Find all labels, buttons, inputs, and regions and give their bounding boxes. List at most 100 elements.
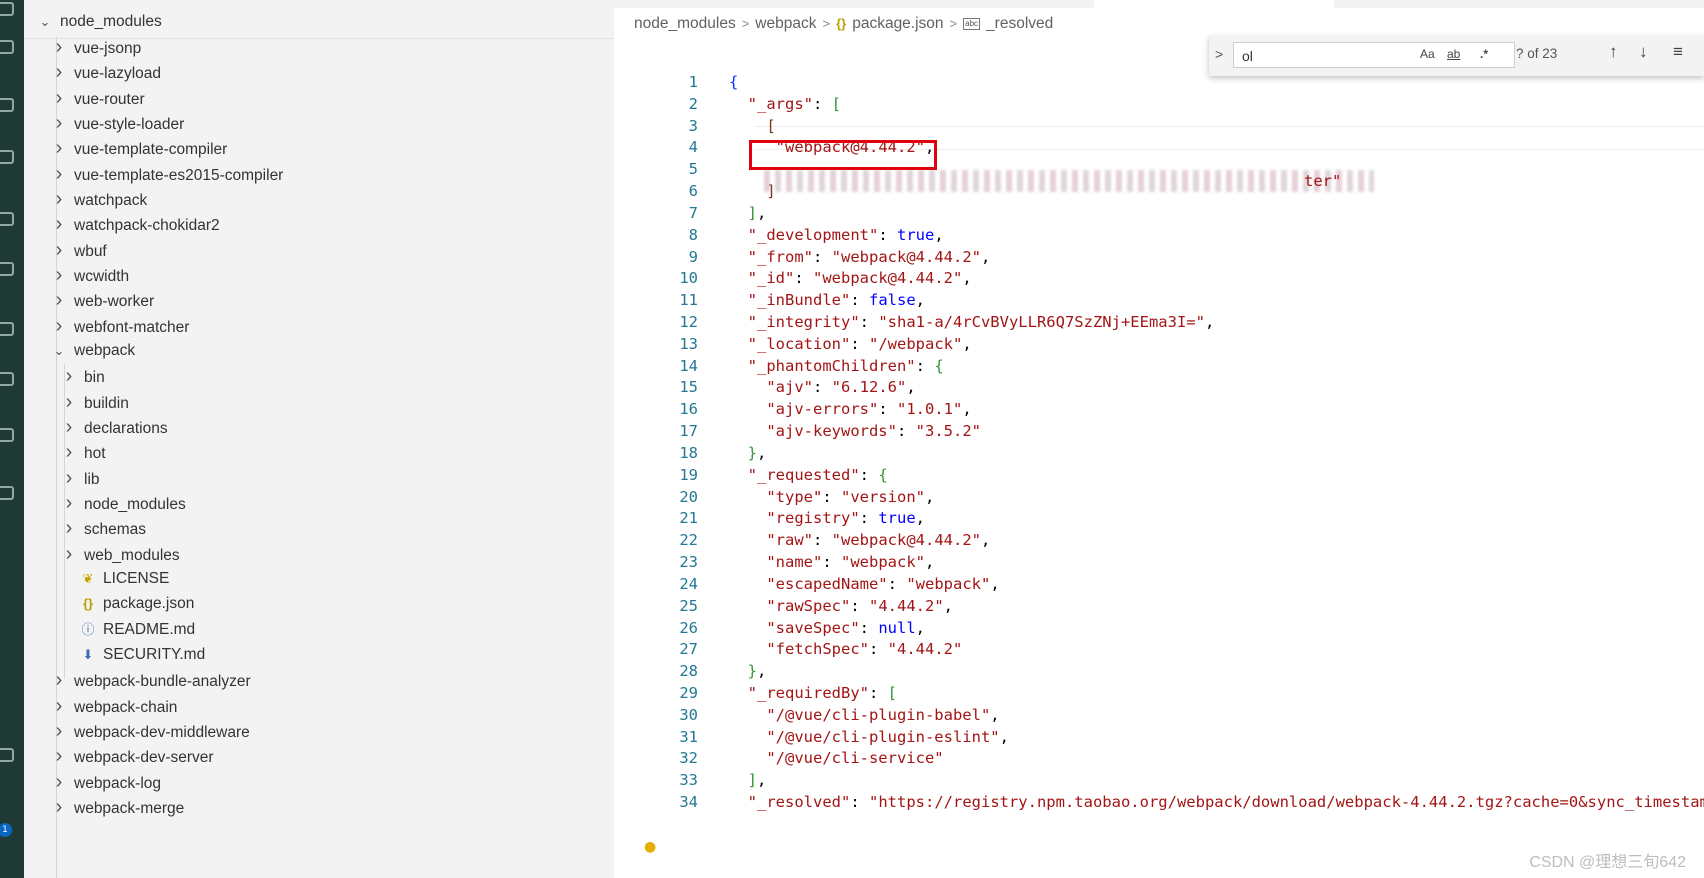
tree-root-label: node_modules: [60, 13, 162, 30]
tree-item[interactable]: › webpack-log: [52, 769, 161, 795]
tree-item[interactable]: › schemas: [62, 515, 146, 541]
tree-item[interactable]: › watchpack: [52, 186, 148, 212]
line-number: 34: [679, 793, 698, 812]
tree-item-label: webpack-log: [74, 774, 162, 792]
tree-item[interactable]: › declarations: [62, 414, 168, 440]
match-case-button[interactable]: Aa: [1420, 47, 1435, 61]
next-match-icon[interactable]: ↓: [1639, 42, 1648, 62]
breadcrumb-item-webpack[interactable]: webpack: [755, 15, 816, 32]
code-token: {: [878, 465, 888, 484]
tree-item[interactable]: › hot: [62, 439, 106, 465]
tree-item[interactable]: {} package.json: [80, 591, 194, 617]
code-token: "_inBundle": [747, 291, 851, 310]
tree-item[interactable]: › wbuf: [52, 237, 107, 263]
tree-item[interactable]: › watchpack-chokidar2: [52, 211, 220, 237]
tree-item[interactable]: › vue-lazyload: [52, 59, 161, 85]
source-control-icon[interactable]: [0, 262, 14, 276]
tree-item[interactable]: › vue-template-compiler: [52, 135, 228, 161]
divider: [24, 38, 614, 39]
line-number: 22: [679, 531, 698, 550]
tree-item[interactable]: › webpack-merge: [52, 794, 185, 820]
code-text: ],: [729, 770, 767, 792]
code-token: "_requiredBy": [747, 683, 869, 702]
code-text: "_phantomChildren": {: [729, 356, 944, 378]
git-graph-icon[interactable]: [0, 428, 14, 442]
tree-item[interactable]: › node_modules: [62, 490, 186, 516]
code-text: "ajv": "6.12.6",: [729, 377, 915, 399]
code-token: :: [878, 225, 897, 244]
breadcrumb-item-package-json[interactable]: package.json: [852, 15, 943, 32]
chevron-right-icon: ›: [55, 314, 63, 337]
testing-icon[interactable]: [0, 372, 14, 386]
tree-item[interactable]: ⓘ README.md: [80, 617, 195, 643]
previous-match-icon[interactable]: ↑: [1609, 42, 1618, 62]
activity-bar: 1: [0, 0, 24, 878]
lightbulb-icon[interactable]: ●: [644, 839, 656, 855]
whole-word-button[interactable]: ab: [1447, 47, 1460, 61]
toggle-replace-icon[interactable]: >: [1215, 46, 1223, 62]
tree-item[interactable]: ⬇ SECURITY.md: [80, 642, 206, 668]
license-icon: ❦: [82, 570, 94, 586]
extensions-icon[interactable]: [0, 150, 14, 164]
code-token: "_location": [747, 334, 851, 353]
tree-item-label: wcwidth: [74, 267, 130, 285]
code-token: :: [915, 356, 935, 375]
files-icon[interactable]: [0, 2, 14, 16]
code-token: :: [850, 596, 869, 615]
tree-item[interactable]: › web-worker: [52, 287, 154, 313]
code-token: "4.44.2": [887, 640, 963, 659]
tree-item[interactable]: › buildin: [62, 389, 129, 415]
tree-item[interactable]: › vue-router: [52, 85, 145, 111]
active-tab[interactable]: [1094, 0, 1334, 8]
code-text: "/@vue/cli-plugin-babel",: [729, 705, 999, 727]
breadcrumb-item-node-modules[interactable]: node_modules: [634, 15, 736, 32]
breadcrumb-item-resolved[interactable]: _resolved: [986, 15, 1053, 32]
docker-icon[interactable]: [0, 486, 14, 500]
chevron-right-icon: ›: [55, 263, 63, 286]
find-input[interactable]: [1240, 46, 1404, 66]
code-token: :: [850, 334, 869, 353]
tree-item[interactable]: › wcwidth: [52, 262, 129, 288]
chevron-right-icon: >: [949, 16, 958, 31]
code-token: "_args": [747, 94, 813, 113]
tree-root-node-modules[interactable]: ⌄ node_modules: [38, 9, 162, 35]
redacted-line-tail: ter": [1304, 172, 1342, 190]
tree-item[interactable]: › webpack-bundle-analyzer: [52, 667, 251, 693]
chevron-right-icon: ›: [65, 390, 73, 413]
tree-item[interactable]: › webpack-dev-server: [52, 743, 214, 769]
line-number: 20: [679, 487, 698, 506]
account-icon[interactable]: [0, 748, 14, 762]
tree-item[interactable]: › web_modules: [62, 541, 180, 567]
find-input-box[interactable]: Aa ab .*: [1233, 42, 1515, 68]
find-in-selection-icon[interactable]: ≡: [1673, 42, 1683, 62]
tree-item[interactable]: › bin: [62, 363, 105, 389]
code-token: ,: [757, 662, 767, 681]
tree-item[interactable]: › vue-style-loader: [52, 110, 185, 136]
tree-item[interactable]: ⌄ webpack: [52, 338, 136, 364]
tree-item[interactable]: ❦ LICENSE: [80, 566, 170, 592]
regex-button[interactable]: .*: [1480, 47, 1488, 61]
tree-item[interactable]: › webpack-chain: [52, 693, 178, 719]
tree-item[interactable]: › vue-template-es2015-compiler: [52, 161, 284, 187]
code-text: "_args": [: [729, 94, 841, 116]
tree-item[interactable]: › lib: [62, 465, 100, 491]
line-number: 31: [679, 727, 698, 746]
line-number: 11: [679, 291, 698, 310]
tree-item[interactable]: › webfont-matcher: [52, 313, 190, 339]
chevron-right-icon: ›: [55, 289, 63, 312]
code-text: "saveSpec": null,: [729, 618, 925, 640]
tree-item[interactable]: › webpack-dev-middleware: [52, 718, 250, 744]
remote-explorer-icon[interactable]: [0, 322, 14, 336]
debug-icon[interactable]: [0, 212, 14, 226]
run-icon[interactable]: [0, 98, 14, 112]
tree-item-label: wbuf: [74, 242, 107, 260]
search-icon[interactable]: [0, 40, 14, 54]
